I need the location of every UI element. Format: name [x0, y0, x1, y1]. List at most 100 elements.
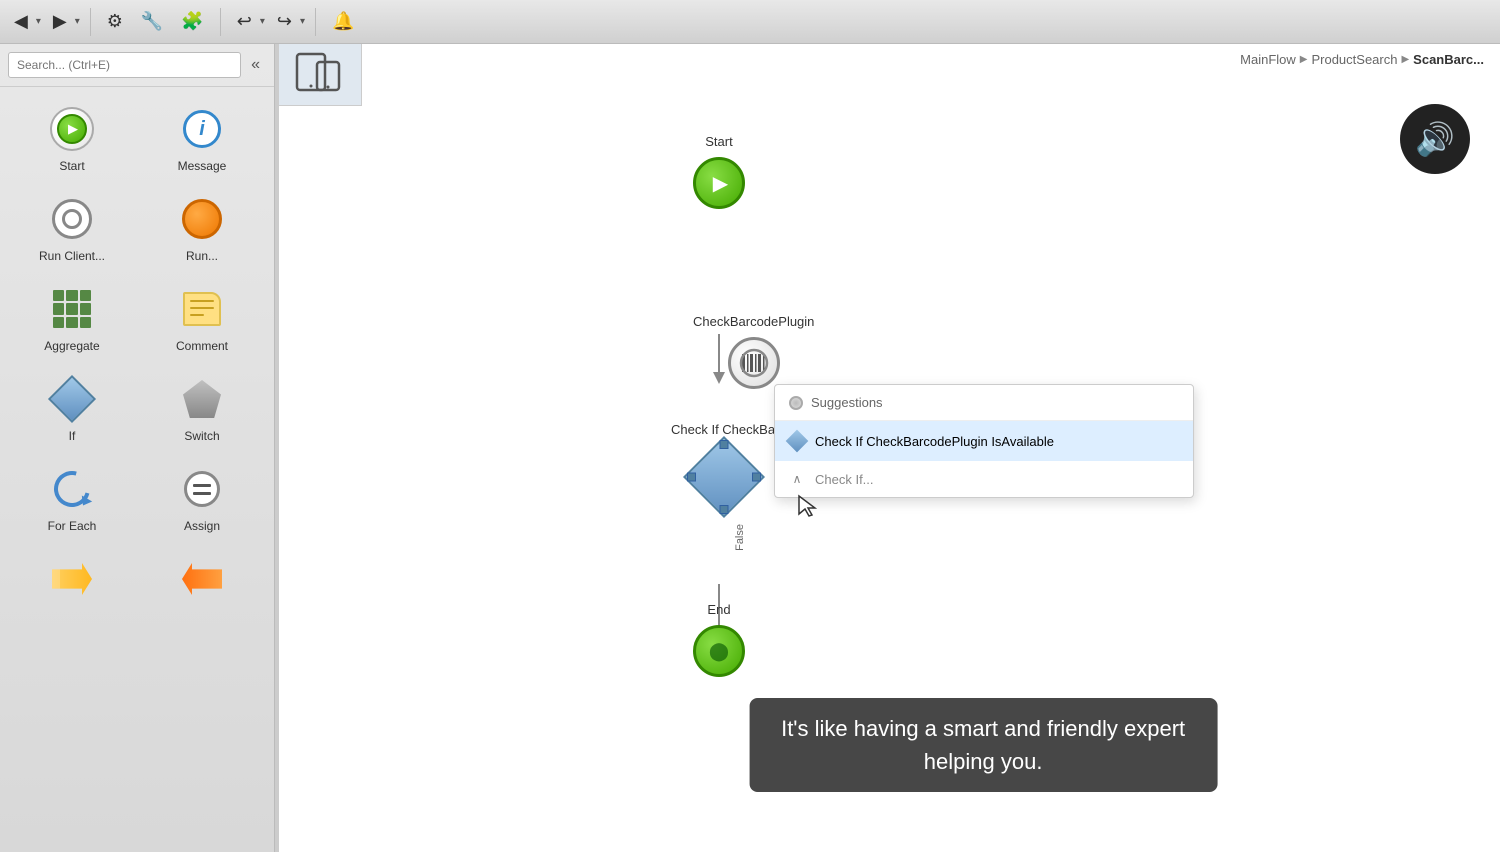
breadcrumb: MainFlow ▶ ProductSearch ▶ ScanBarc...	[1224, 44, 1500, 75]
puzzle-button[interactable]: 🧩	[175, 7, 209, 36]
run-label: Run...	[186, 249, 218, 263]
suggestion-item-1-text: Check If CheckBarcodePlugin IsAvailable	[815, 434, 1054, 449]
settings-button[interactable]: ⚙	[101, 7, 129, 36]
handle-right[interactable]	[752, 473, 761, 482]
flow-start-node[interactable]: Start	[693, 134, 745, 209]
redo-group: ↪ ▾	[271, 7, 305, 36]
assign-icon	[178, 465, 226, 513]
back-dropdown-arrow[interactable]: ▾	[36, 16, 41, 27]
divider-1	[90, 8, 91, 36]
back-button[interactable]: ◀	[8, 7, 34, 36]
tool-grid: ▶ Start i Message	[0, 87, 274, 627]
breadcrumb-mainflow[interactable]: MainFlow	[1240, 52, 1296, 67]
suggestion-panel: Suggestions Check If CheckBarcodePlugin …	[774, 384, 1194, 498]
suggestion-item-2[interactable]: ∧ Check If...	[775, 461, 1193, 497]
end-node-label: End	[707, 602, 730, 617]
for-each-icon	[48, 465, 96, 513]
suggestion-item-1-icon	[786, 430, 809, 453]
search-input[interactable]	[8, 52, 241, 78]
suggestion-header: Suggestions	[775, 385, 1193, 421]
tool-arrow-left[interactable]	[138, 545, 266, 619]
breadcrumb-productsearch[interactable]: ProductSearch	[1311, 52, 1397, 67]
device-tab[interactable]	[279, 44, 362, 106]
divider-3	[315, 8, 316, 36]
wrench-button[interactable]: 🔧	[135, 7, 169, 36]
caption-text-2: helping you.	[924, 749, 1043, 774]
canvas-area: MainFlow ▶ ProductSearch ▶ ScanBarc... S…	[279, 44, 1500, 852]
false-label: False	[734, 524, 746, 556]
start-node-label: Start	[705, 134, 732, 149]
if-label: If	[69, 429, 76, 443]
caption-text: It's like having a smart and friendly ex…	[781, 716, 1185, 741]
suggestion-header-text: Suggestions	[811, 395, 883, 410]
redo-button[interactable]: ↪	[271, 7, 298, 36]
barcode-circle[interactable]	[728, 337, 780, 389]
forward-button[interactable]: ▶	[47, 7, 73, 36]
undo-group: ↩ ▾	[231, 7, 265, 36]
start-circle[interactable]	[693, 157, 745, 209]
handle-left[interactable]	[687, 473, 696, 482]
suggestion-radio-icon	[789, 396, 803, 410]
divider-2	[220, 8, 221, 36]
collapse-button[interactable]: «	[245, 54, 266, 76]
suggestion-item-2-text: Check If...	[815, 472, 874, 487]
for-each-label: For Each	[48, 519, 97, 533]
toolbar: ◀ ▾ ▶ ▾ ⚙ 🔧 🧩 ↩ ▾ ↪ ▾ 🔔	[0, 0, 1500, 44]
undo-dropdown-arrow[interactable]: ▾	[260, 16, 265, 27]
breadcrumb-sep-2: ▶	[1401, 54, 1409, 65]
tool-start[interactable]: ▶ Start	[8, 95, 136, 183]
forward-dropdown-arrow[interactable]: ▾	[75, 16, 80, 27]
left-panel: « ▶ Start i Message	[0, 44, 275, 852]
tool-arrow-right[interactable]	[8, 545, 136, 619]
flow-diamond-node[interactable]: Check If CheckBarc...	[691, 444, 757, 510]
equals-bar-1	[193, 484, 211, 487]
tool-message[interactable]: i Message	[138, 95, 266, 183]
if-icon	[48, 375, 96, 423]
video-caption: It's like having a smart and friendly ex…	[749, 698, 1217, 792]
barcode-node-label: CheckBarcodePlugin	[693, 314, 814, 329]
arrow-left-icon	[178, 555, 226, 603]
start-icon: ▶	[48, 105, 96, 153]
handle-top[interactable]	[720, 440, 729, 449]
redo-dropdown-arrow[interactable]: ▾	[300, 16, 305, 27]
back-group: ◀ ▾	[8, 7, 41, 36]
flow-barcode-node[interactable]: CheckBarcodePlugin	[693, 314, 814, 389]
breadcrumb-current: ScanBarc...	[1413, 52, 1484, 67]
tool-run[interactable]: Run...	[138, 185, 266, 273]
notifications-button[interactable]: 🔔	[326, 7, 360, 36]
aggregate-icon	[48, 285, 96, 333]
tool-if[interactable]: If	[8, 365, 136, 453]
grid-shape	[53, 290, 91, 328]
tool-for-each[interactable]: For Each	[8, 455, 136, 543]
handle-bottom[interactable]	[720, 505, 729, 514]
tool-aggregate[interactable]: Aggregate	[8, 275, 136, 363]
suggestion-item-1[interactable]: Check If CheckBarcodePlugin IsAvailable	[775, 421, 1193, 461]
run-icon	[178, 195, 226, 243]
sound-icon: 🔊	[1415, 120, 1455, 158]
breadcrumb-sep-1: ▶	[1300, 54, 1308, 65]
forward-group: ▶ ▾	[47, 7, 80, 36]
message-icon: i	[178, 105, 226, 153]
tool-assign[interactable]: Assign	[138, 455, 266, 543]
comment-label: Comment	[176, 339, 228, 353]
arrow-right-icon	[48, 555, 96, 603]
run-client-label: Run Client...	[39, 249, 105, 263]
aggregate-label: Aggregate	[44, 339, 99, 353]
switch-icon	[178, 375, 226, 423]
end-circle[interactable]	[693, 625, 745, 677]
tool-comment[interactable]: Comment	[138, 275, 266, 363]
barcode-svg-icon	[737, 346, 771, 380]
sound-button[interactable]: 🔊	[1400, 104, 1470, 174]
tool-run-client[interactable]: Run Client...	[8, 185, 136, 273]
message-label: Message	[178, 159, 227, 173]
flow-end-node[interactable]: End	[693, 602, 745, 677]
info-shape: i	[183, 110, 221, 148]
suggestion-item-2-icon: ∧	[789, 471, 805, 487]
main-layout: « ▶ Start i Message	[0, 44, 1500, 852]
undo-button[interactable]: ↩	[231, 7, 258, 36]
assign-label: Assign	[184, 519, 220, 533]
switch-label: Switch	[184, 429, 219, 443]
tool-switch[interactable]: Switch	[138, 365, 266, 453]
start-label: Start	[59, 159, 84, 173]
equals-bar-2	[193, 492, 211, 495]
